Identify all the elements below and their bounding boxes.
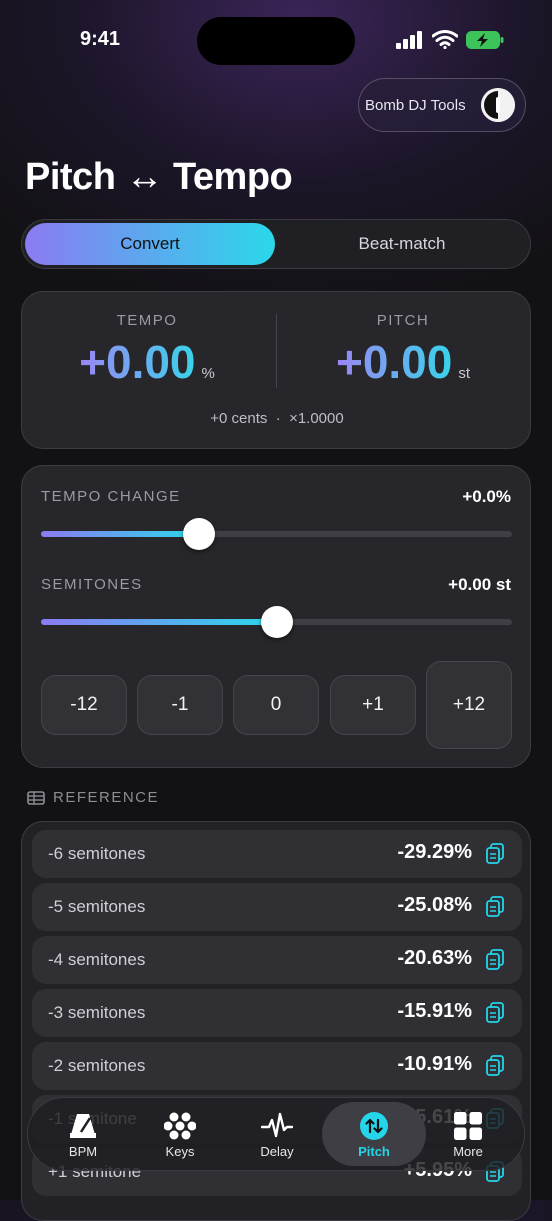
reference-row-value: -15.91% [397,1000,473,1022]
tempo-change-value: +0.0% [462,487,511,506]
reference-row: -4 semitones -20.63% [32,936,522,984]
page-title: Pitch ↔ Tempo [25,156,293,198]
controls-card: TEMPO CHANGE +0.0% SEMITONES +0.00 st -1… [21,465,531,768]
status-time: 9:41 [80,28,121,50]
copy-icon[interactable] [486,1055,504,1082]
tempo-change-slider[interactable] [41,518,512,550]
reference-heading-label: REFERENCE [53,789,160,806]
copy-icon[interactable] [486,1002,504,1029]
reference-row-label: -4 semitones [48,950,146,969]
tab-pitch[interactable]: Pitch [322,1102,426,1166]
more-grid-icon [454,1112,482,1140]
semitones-slider-thumb[interactable] [260,606,293,638]
waveform-icon [261,1112,293,1138]
tab-bpm-label: BPM [68,1144,98,1159]
readout-footer: +0 cents · ×1.0000 [210,410,344,427]
readout-card: TEMPO +0.00 % PITCH +0.00 st +0 cents · … [21,291,531,449]
reference-row: -3 semitones -15.91% [32,989,522,1037]
brand-logo-icon [481,88,515,122]
reference-row: -5 semitones -25.08% [32,883,522,931]
tab-delay-label: Delay [260,1144,294,1159]
semitones-slider-fill [41,619,277,625]
tab-bpm[interactable]: BPM [35,1102,131,1166]
tab-keys[interactable]: Keys [132,1102,228,1166]
step-plus-1-button[interactable]: +1 [330,675,416,735]
mode-segmented-control: Convert Beat-match [21,219,531,269]
tab-keys-label: Keys [165,1144,195,1159]
tab-more[interactable]: More [420,1102,516,1166]
step-zero-button[interactable]: 0 [233,675,319,735]
reference-row-value: -10.91% [397,1053,473,1075]
wifi-icon [432,30,458,49]
semitones-label: SEMITONES [41,576,143,593]
reference-row-value: -29.29% [397,841,473,863]
tempo-slider-fill [41,531,199,537]
tempo-readout: TEMPO +0.00 % [22,312,272,389]
step-minus-12-button[interactable]: -12 [41,675,127,735]
table-icon [27,790,45,805]
pitch-readout-unit: st [458,365,471,382]
reference-row-value: -20.63% [397,947,473,969]
reference-row: -2 semitones -10.91% [32,1042,522,1090]
tab-convert[interactable]: Convert [25,223,275,265]
keys-grid-icon [164,1112,196,1140]
metronome-icon [70,1114,96,1138]
brand-label: Bomb DJ Tools [365,96,466,114]
reference-row-label: -2 semitones [48,1056,146,1075]
tempo-readout-unit: % [201,365,215,382]
copy-icon[interactable] [486,949,504,976]
readout-divider [276,314,277,388]
tempo-change-label: TEMPO CHANGE [41,488,181,505]
tab-delay[interactable]: Delay [229,1102,325,1166]
bottom-tab-bar: BPM Keys Delay Pitch More [27,1097,525,1171]
semitones-slider[interactable] [41,606,512,638]
semitone-step-buttons: -12 -1 0 +1 +12 [41,661,512,749]
pitch-readout-value: +0.00 [335,336,453,388]
tab-more-label: More [453,1144,483,1159]
copy-icon[interactable] [486,896,504,923]
tab-pitch-label: Pitch [358,1144,390,1159]
reference-row-label: -3 semitones [48,1003,146,1022]
battery-icon [466,30,504,49]
status-bar: 9:41 [0,0,552,80]
signal-icon [396,30,422,49]
tempo-readout-label: TEMPO [116,312,178,329]
reference-row-label: -6 semitones [48,844,146,863]
brand-button[interactable]: Bomb DJ Tools [358,78,526,132]
reference-row: -6 semitones -29.29% [32,830,522,878]
step-plus-12-button[interactable]: +12 [426,661,512,749]
dynamic-island [197,17,355,65]
pitch-arrows-icon [360,1112,388,1140]
reference-heading: REFERENCE [27,789,159,806]
tempo-readout-value: +0.00 [79,336,196,388]
semitones-value: +0.00 st [448,575,511,594]
pitch-readout-label: PITCH [376,312,430,329]
reference-row-value: -25.08% [397,894,473,916]
tempo-slider-thumb[interactable] [182,518,215,550]
reference-row-label: -5 semitones [48,897,146,916]
step-minus-1-button[interactable]: -1 [137,675,223,735]
copy-icon[interactable] [486,843,504,870]
tab-beat-match[interactable]: Beat-match [277,223,527,265]
status-icons [396,30,504,49]
pitch-readout: PITCH +0.00 st [278,312,528,389]
